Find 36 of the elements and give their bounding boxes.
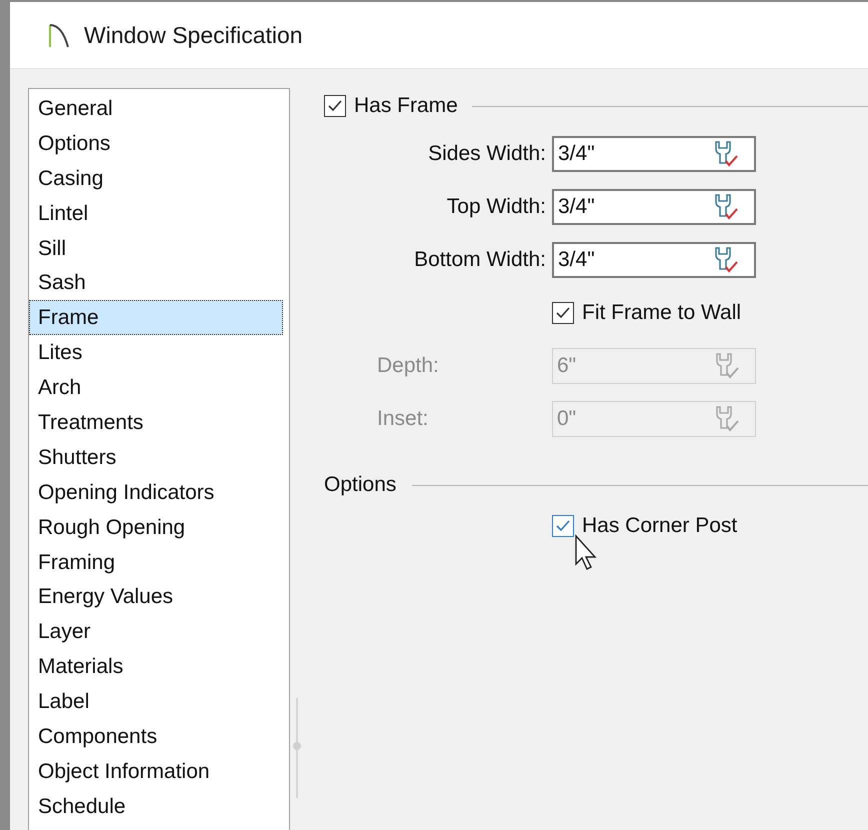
category-item[interactable]: Layer (29, 614, 283, 650)
category-item[interactable]: Arch (29, 370, 283, 406)
dimension-field[interactable]: 3/4" (552, 189, 756, 225)
arch-icon (48, 22, 70, 48)
field-label: Bottom Width: (413, 248, 546, 272)
field-label: Inset: (376, 407, 430, 431)
category-item[interactable]: Options (29, 126, 283, 161)
category-item[interactable]: Materials (29, 649, 283, 684)
field-label: Sides Width: (427, 142, 546, 166)
category-item[interactable]: Framing (29, 544, 283, 580)
category-item[interactable]: Sash (29, 265, 283, 300)
category-item[interactable]: Schedule (29, 788, 283, 824)
category-item[interactable]: Label (29, 684, 283, 720)
category-item[interactable]: Opening Indicators (29, 474, 283, 510)
field-label: Top Width: (446, 195, 546, 219)
category-item[interactable]: Shutters (29, 440, 283, 475)
field-label: Depth: (376, 354, 440, 378)
category-item[interactable]: General (29, 91, 283, 126)
category-item[interactable]: Sill (29, 230, 283, 266)
dimension-field[interactable]: 3/4" (552, 136, 756, 172)
category-item[interactable]: Rough Opening (29, 510, 283, 545)
category-item[interactable]: Lites (29, 335, 283, 370)
section-title: Options (324, 473, 396, 497)
corner-post-checkbox[interactable]: Has Corner Post (552, 514, 738, 538)
window-title: Window Specification (84, 22, 303, 48)
category-item[interactable]: Frame (29, 300, 283, 336)
has-frame-checkbox[interactable]: Has Frame (324, 94, 458, 118)
category-item[interactable]: Components (29, 719, 283, 754)
category-item[interactable]: Treatments (29, 405, 283, 440)
dimension-field[interactable]: 3/4" (552, 242, 756, 278)
category-item[interactable]: Object Information (29, 754, 283, 789)
category-item[interactable]: Energy Values (29, 579, 283, 614)
category-item[interactable]: Lintel (29, 196, 283, 231)
category-item[interactable]: Casing (29, 160, 283, 196)
splitter-handle[interactable] (294, 698, 300, 798)
fit-frame-checkbox[interactable]: Fit Frame to Wall (552, 301, 742, 325)
